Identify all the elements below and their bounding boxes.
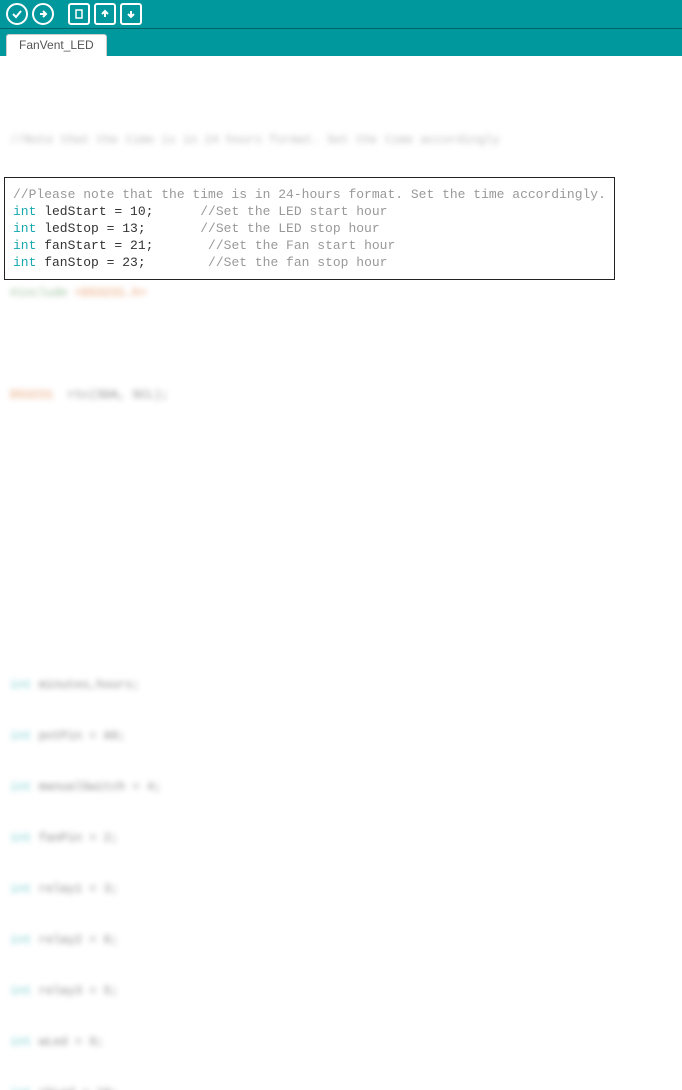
verify-button[interactable] (6, 3, 28, 25)
code-keyword-int: int (13, 204, 36, 219)
code-typedecl: DS3231 (10, 388, 53, 402)
code-keyword-int: int (13, 255, 36, 270)
code-comment: //Note that the time is in 24 hours form… (10, 133, 500, 147)
code-keyword-int: int (13, 221, 36, 236)
new-button[interactable] (68, 3, 90, 25)
tab-bar: FanVent_LED (0, 28, 682, 56)
file-icon (74, 9, 84, 19)
code-include: #include (10, 286, 68, 300)
check-icon (12, 9, 22, 19)
tab-sketch[interactable]: FanVent_LED (6, 34, 107, 56)
code-comment: //Please note that the time is in 24-hou… (13, 187, 606, 202)
arrow-right-icon (38, 9, 48, 19)
code-keyword-int: int (13, 238, 36, 253)
highlighted-code-block: //Please note that the time is in 24-hou… (4, 177, 615, 280)
arrow-up-icon (100, 9, 110, 19)
blurred-bottom-code: int minutes,hours; int potPin = A0; int … (10, 643, 672, 1090)
toolbar-container (0, 0, 682, 28)
arrow-down-icon (126, 9, 136, 19)
open-button[interactable] (94, 3, 116, 25)
upload-button[interactable] (32, 3, 54, 25)
save-button[interactable] (120, 3, 142, 25)
